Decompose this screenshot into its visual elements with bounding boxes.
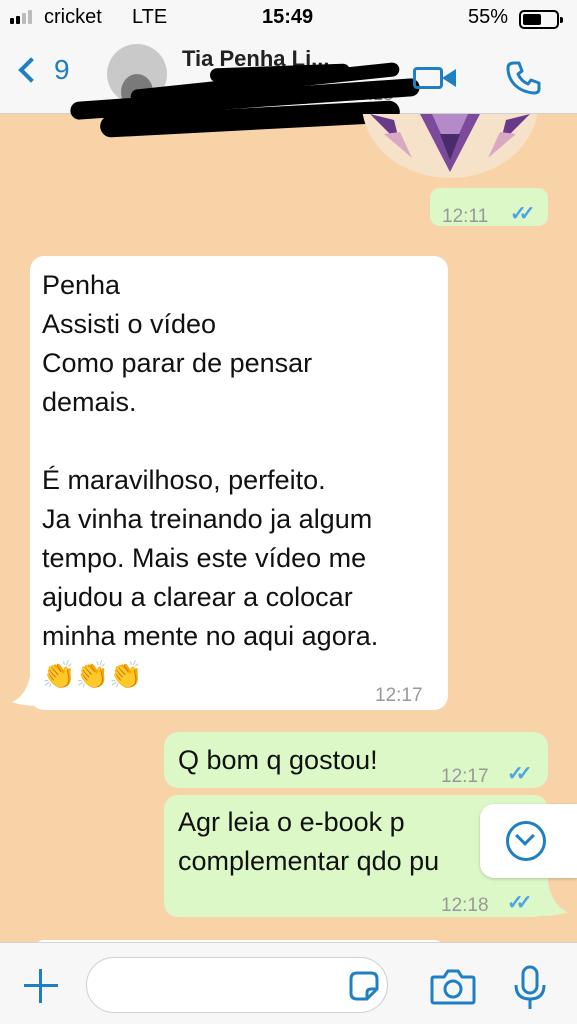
read-receipt-icon: ✓✓: [510, 203, 535, 225]
camera-button[interactable]: [430, 967, 476, 1005]
video-camera-icon: [413, 67, 443, 89]
microphone-icon: [514, 965, 546, 1009]
sticker-timestamp-bubble: 12:11 ✓✓: [430, 188, 548, 227]
network-type: LTE: [132, 6, 168, 28]
voice-call-button[interactable]: [503, 58, 543, 98]
message-time: 12:17: [375, 685, 423, 706]
attach-button[interactable]: [22, 967, 60, 1005]
camera-icon: [430, 969, 476, 1005]
battery-percentage: 55%: [468, 6, 509, 28]
message-input[interactable]: [86, 957, 388, 1013]
outgoing-message[interactable]: Q bom q gostou! 12:17 ✓✓: [164, 732, 548, 788]
carrier-name: cricket: [44, 6, 102, 28]
chat-header: 9 Tia Penha Li... ...je às 15:18: [0, 36, 577, 138]
status-clock: 15:49: [262, 6, 314, 28]
message-text: Penha Assisti o vídeo Como parar de pens…: [42, 270, 379, 690]
chevron-left-icon: [18, 57, 44, 83]
microphone-button[interactable]: [510, 965, 550, 1011]
read-receipt-icon: ✓✓: [507, 892, 532, 914]
phone-icon: [506, 61, 541, 95]
sticker-image[interactable]: [360, 114, 540, 180]
message-time: 12:18: [441, 895, 489, 916]
battery-icon: [519, 10, 563, 29]
message-time: 12:17: [441, 766, 489, 787]
scroll-to-bottom-button[interactable]: [480, 804, 577, 878]
sticker-button[interactable]: [349, 971, 379, 1001]
message-composer: [0, 942, 577, 1024]
bubble-tail: [12, 676, 42, 706]
status-bar: cricket LTE 15:49 55%: [0, 0, 577, 36]
back-button[interactable]: 9: [14, 54, 70, 86]
video-call-button[interactable]: [413, 63, 459, 93]
sticker-icon: [349, 971, 379, 1001]
bubble-tail: [538, 882, 568, 916]
read-receipt-icon: ✓✓: [507, 763, 532, 785]
message-time: 12:11: [442, 206, 489, 227]
incoming-message[interactable]: Penha Assisti o vídeo Como parar de pens…: [30, 256, 448, 710]
signal-strength-icon: [10, 10, 32, 24]
unread-count: 9: [54, 54, 70, 85]
